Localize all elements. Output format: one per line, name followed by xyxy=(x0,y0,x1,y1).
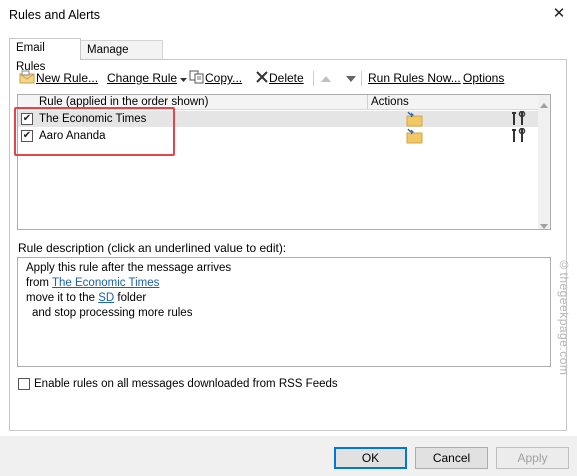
delete-x-icon xyxy=(255,70,269,88)
move-to-folder-icon xyxy=(405,128,423,149)
move-down-icon xyxy=(346,71,356,87)
tab-email-rules[interactable]: Email Rules xyxy=(9,38,81,73)
description-line: Apply this rule after the message arrive… xyxy=(26,262,232,274)
rules-list-scrollbar[interactable] xyxy=(538,95,550,229)
move-up-button[interactable] xyxy=(321,70,331,86)
move-up-icon xyxy=(321,71,331,87)
copy-label: Copy... xyxy=(205,71,243,86)
rss-feeds-label: Enable rules on all messages downloaded … xyxy=(34,378,338,390)
sender-link[interactable]: The Economic Times xyxy=(52,277,159,289)
window-title: Rules and Alerts xyxy=(9,8,101,22)
highlight-box xyxy=(14,107,175,156)
options-button[interactable]: Options xyxy=(463,70,504,86)
watermark: ©thegeekpage.com xyxy=(557,258,571,376)
toolbar-divider-2 xyxy=(361,71,362,86)
button-bar xyxy=(0,436,577,476)
delete-label: Delete xyxy=(269,71,304,86)
rule-description-box: Apply this rule after the message arrive… xyxy=(17,257,551,367)
scroll-down-icon[interactable] xyxy=(540,219,548,233)
options-label: Options xyxy=(463,71,505,85)
column-header-actions[interactable]: Actions xyxy=(371,95,409,109)
close-icon[interactable]: ✕ xyxy=(548,3,570,25)
ok-button[interactable]: OK xyxy=(334,447,407,469)
run-rules-now-label: Run Rules Now... xyxy=(368,71,461,85)
folder-link[interactable]: SD xyxy=(98,292,114,304)
rss-feeds-checkbox[interactable] xyxy=(18,378,30,390)
tools-icon xyxy=(511,127,527,149)
delete-button[interactable]: Delete xyxy=(255,70,304,86)
cancel-button[interactable]: Cancel xyxy=(415,447,488,469)
rule-description-label: Rule description (click an underlined va… xyxy=(18,241,287,255)
description-text: move it to the xyxy=(26,292,99,304)
column-separator xyxy=(367,95,368,109)
tab-manage-alerts[interactable]: Manage Alerts xyxy=(81,40,163,75)
description-text: from xyxy=(26,277,52,289)
toolbar-divider xyxy=(313,71,314,86)
move-down-button[interactable] xyxy=(346,70,356,86)
change-rule-label: Change Rule xyxy=(107,71,178,85)
scroll-up-icon[interactable] xyxy=(540,98,548,112)
change-rule-button[interactable]: Change Rule xyxy=(107,70,188,87)
copy-icon xyxy=(189,70,205,88)
description-line: from The Economic Times xyxy=(26,276,159,291)
dropdown-arrow-icon xyxy=(180,71,188,87)
description-line: move it to the SD folder xyxy=(26,291,146,306)
description-line: and stop processing more rules xyxy=(32,307,193,319)
description-text: folder xyxy=(114,292,147,304)
run-rules-now-button[interactable]: Run Rules Now... xyxy=(368,70,461,86)
apply-button[interactable]: Apply xyxy=(496,447,569,469)
copy-button[interactable]: Copy... xyxy=(189,70,242,86)
